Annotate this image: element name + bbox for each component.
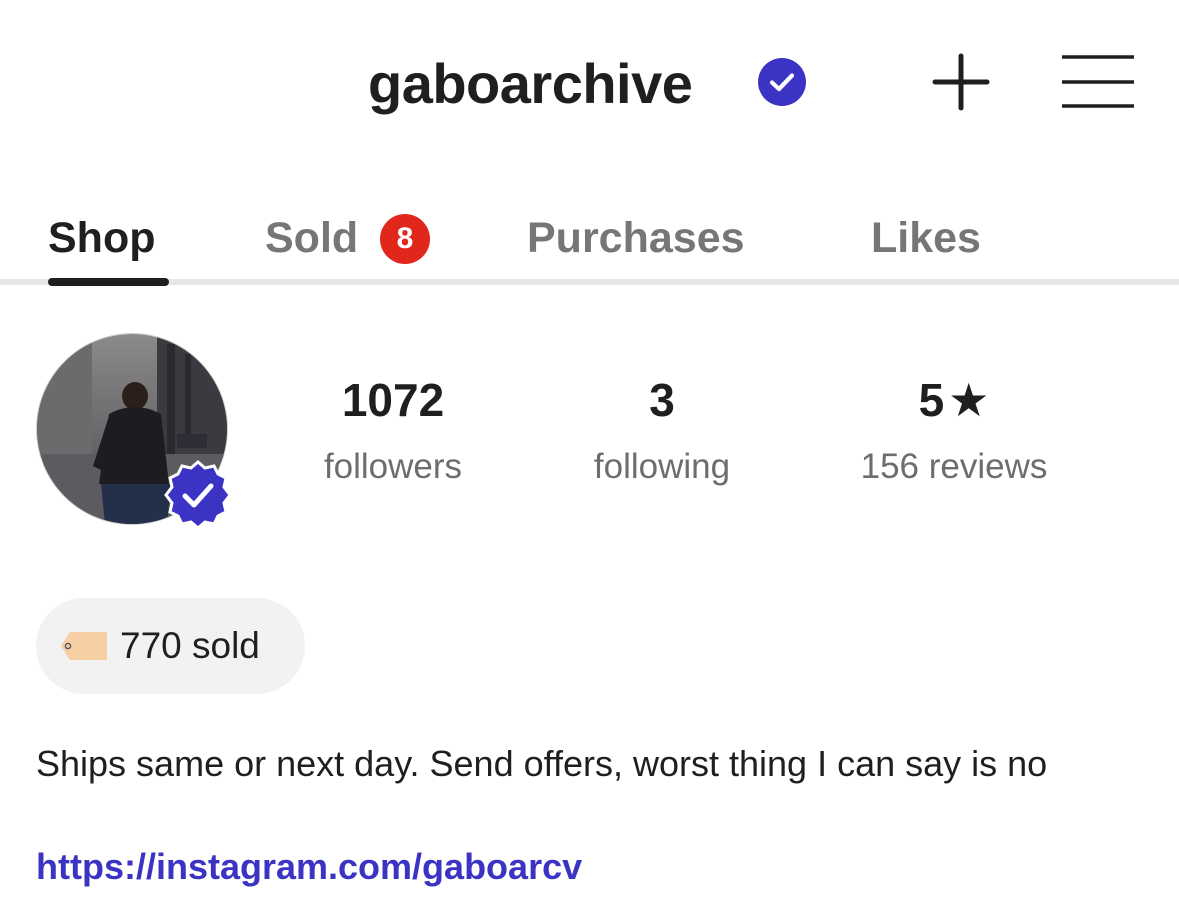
add-listing-button[interactable] [930, 52, 992, 114]
profile-tabs: Shop Sold 8 Purchases Likes [0, 200, 1179, 286]
instagram-link[interactable]: https://instagram.com/gaboarcv [36, 843, 582, 891]
tab-sold[interactable]: Sold [265, 212, 358, 264]
tabs-divider [0, 279, 1179, 285]
profile-header: gaboarchive [0, 0, 1179, 165]
tab-shop[interactable]: Shop [48, 212, 155, 264]
sold-count-pill: 770 sold [36, 598, 305, 694]
followers-label: followers [323, 447, 463, 486]
active-tab-indicator [48, 278, 169, 286]
star-icon: ★ [948, 374, 990, 426]
following-count: 3 [649, 374, 675, 426]
sold-count-label: 770 sold [120, 625, 260, 666]
username-title: gaboarchive [368, 52, 693, 115]
following-stat[interactable]: 3 following [562, 368, 762, 492]
tab-likes[interactable]: Likes [871, 212, 981, 264]
followers-count: 1072 [341, 374, 445, 426]
rating-value: 5 [918, 374, 945, 426]
profile-bio: Ships same or next day. Send offers, wor… [36, 743, 1048, 784]
tab-purchases[interactable]: Purchases [527, 212, 745, 264]
sold-count-badge: 8 [380, 214, 430, 264]
following-label: following [593, 447, 731, 486]
profile-avatar[interactable] [36, 333, 232, 530]
verified-check-icon [758, 58, 806, 106]
reviews-stat[interactable]: 5★ 156 reviews [834, 368, 1074, 492]
price-tag-icon [61, 632, 107, 660]
verified-seller-icon [164, 460, 232, 530]
reviews-label: 156 reviews [860, 447, 1048, 486]
rating-value-row: 5★ [834, 368, 1074, 432]
followers-stat[interactable]: 1072 followers [293, 368, 493, 492]
menu-button[interactable] [1060, 54, 1136, 110]
